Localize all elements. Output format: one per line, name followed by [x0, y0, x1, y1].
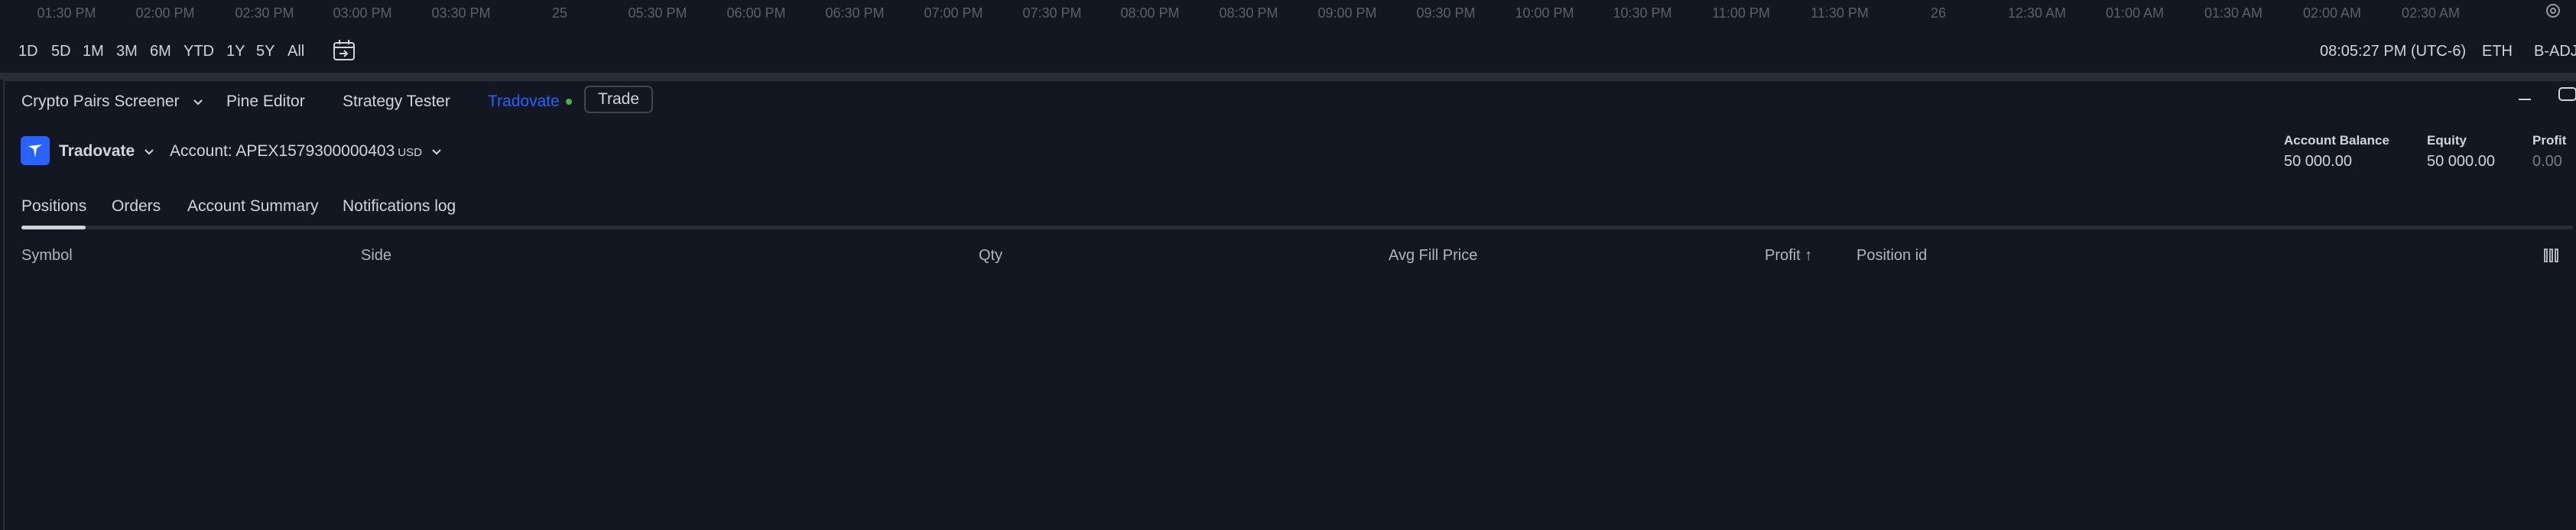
broker-selector[interactable]: Tradovate: [59, 142, 154, 161]
range-5y-button[interactable]: 5Y: [256, 43, 274, 60]
clock-timezone[interactable]: 08:05:27 PM (UTC-6): [2320, 43, 2466, 60]
range-all-button[interactable]: All: [287, 43, 304, 60]
minimize-icon[interactable]: [2516, 86, 2533, 107]
trade-button[interactable]: Trade: [584, 86, 653, 113]
time-label: 08:00 PM: [1120, 5, 1180, 21]
trading-panel: Crypto Pairs Screener Pine Editor Strate…: [3, 80, 2576, 530]
time-label: 11:30 PM: [1811, 5, 1869, 21]
maximize-icon[interactable]: [2556, 86, 2576, 107]
subtab-orders[interactable]: Orders: [112, 197, 161, 216]
range-1m-button[interactable]: 1M: [83, 43, 104, 60]
calendar-goto-icon[interactable]: [332, 38, 356, 67]
range-3m-button[interactable]: 3M: [116, 43, 138, 60]
time-label: 01:00 AM: [2105, 5, 2165, 21]
time-label: 06:00 PM: [726, 5, 786, 21]
adjustment-toggle[interactable]: B-ADJ: [2534, 43, 2576, 60]
equity-metric: Equity 50 000.00: [2427, 133, 2495, 171]
time-label: 03:00 PM: [333, 5, 392, 21]
subtab-notifications-log[interactable]: Notifications log: [343, 197, 456, 216]
time-label: 01:30 PM: [37, 5, 96, 21]
date-range-toolbar: 1D 5D 1M 3M 6M YTD 1Y 5Y All 08:05:27 PM…: [0, 28, 2576, 75]
time-label: 03:30 PM: [431, 5, 491, 21]
gear-icon[interactable]: [2544, 2, 2562, 20]
tab-label: Tradovate: [488, 93, 560, 110]
time-label: 07:00 PM: [924, 5, 983, 21]
time-label: 05:30 PM: [628, 5, 687, 21]
time-label: 26: [1930, 5, 1947, 21]
time-label: 02:30 AM: [2401, 5, 2461, 21]
time-label: 02:00 AM: [2302, 5, 2362, 21]
range-ytd-button[interactable]: YTD: [184, 43, 214, 60]
chevron-down-icon: [145, 149, 154, 155]
time-label: 09:30 PM: [1416, 5, 1476, 21]
time-label: 12:30 AM: [2007, 5, 2067, 21]
tab-crypto-pairs-screener[interactable]: Crypto Pairs Screener: [21, 93, 203, 111]
column-header-qty[interactable]: Qty: [979, 247, 1002, 265]
time-label: 11:00 PM: [1712, 5, 1770, 21]
metric-label: Equity: [2427, 133, 2467, 148]
metric-label: Account Balance: [2284, 133, 2389, 148]
profit-metric: Profit 0.00: [2532, 133, 2566, 171]
metric-value: 50 000.00: [2284, 153, 2352, 170]
account-id: Account: APEX1579300000403: [170, 142, 395, 160]
range-1y-button[interactable]: 1Y: [226, 43, 245, 60]
chevron-down-icon: [193, 99, 203, 106]
time-label: 09:00 PM: [1317, 5, 1377, 21]
time-label: 25: [551, 5, 568, 21]
metric-value: 50 000.00: [2427, 153, 2495, 170]
tradovate-logo: [21, 136, 50, 165]
time-label: 10:00 PM: [1515, 5, 1574, 21]
range-6m-button[interactable]: 6M: [150, 43, 171, 60]
column-header-position-id[interactable]: Position id: [1856, 247, 1927, 265]
time-label: 06:30 PM: [825, 5, 885, 21]
panel-divider[interactable]: [0, 73, 2576, 80]
column-header-avg-fill-price[interactable]: Avg Fill Price: [1389, 247, 1477, 265]
subtab-account-summary[interactable]: Account Summary: [187, 197, 319, 216]
columns-settings-icon[interactable]: [2544, 249, 2562, 262]
tab-strategy-tester[interactable]: Strategy Tester: [343, 93, 450, 111]
time-label: 01:30 AM: [2204, 5, 2263, 21]
account-currency: USD: [398, 146, 422, 159]
tab-pine-editor[interactable]: Pine Editor: [226, 93, 305, 111]
time-label: 02:30 PM: [235, 5, 294, 21]
broker-name: Tradovate: [59, 142, 135, 160]
session-toggle[interactable]: ETH: [2482, 43, 2513, 60]
metric-label: Profit: [2532, 133, 2567, 148]
account-selector[interactable]: Account: APEX1579300000403 USD: [170, 142, 442, 161]
tab-tradovate[interactable]: Tradovate: [488, 93, 572, 111]
subtab-track: [21, 226, 2573, 229]
range-5d-button[interactable]: 5D: [51, 43, 71, 60]
time-label: 07:30 PM: [1022, 5, 1082, 21]
time-axis: 01:30 PM 02:00 PM 02:30 PM 03:00 PM 03:3…: [0, 0, 2576, 28]
tab-label: Crypto Pairs Screener: [21, 93, 180, 110]
column-header-side[interactable]: Side: [361, 247, 391, 265]
chevron-down-icon: [432, 149, 441, 155]
time-label: 02:00 PM: [135, 5, 195, 21]
column-header-symbol[interactable]: Symbol: [21, 247, 73, 265]
active-subtab-indicator: [21, 226, 86, 229]
metric-value: 0.00: [2532, 153, 2562, 170]
range-1d-button[interactable]: 1D: [18, 43, 38, 60]
time-label: 10:30 PM: [1613, 5, 1672, 21]
time-label: 08:30 PM: [1219, 5, 1278, 21]
connected-status-dot: [565, 99, 572, 106]
column-header-profit[interactable]: Profit ↑: [1765, 247, 1812, 265]
subtab-positions[interactable]: Positions: [21, 197, 86, 216]
account-balance-metric: Account Balance 50 000.00: [2284, 133, 2389, 171]
